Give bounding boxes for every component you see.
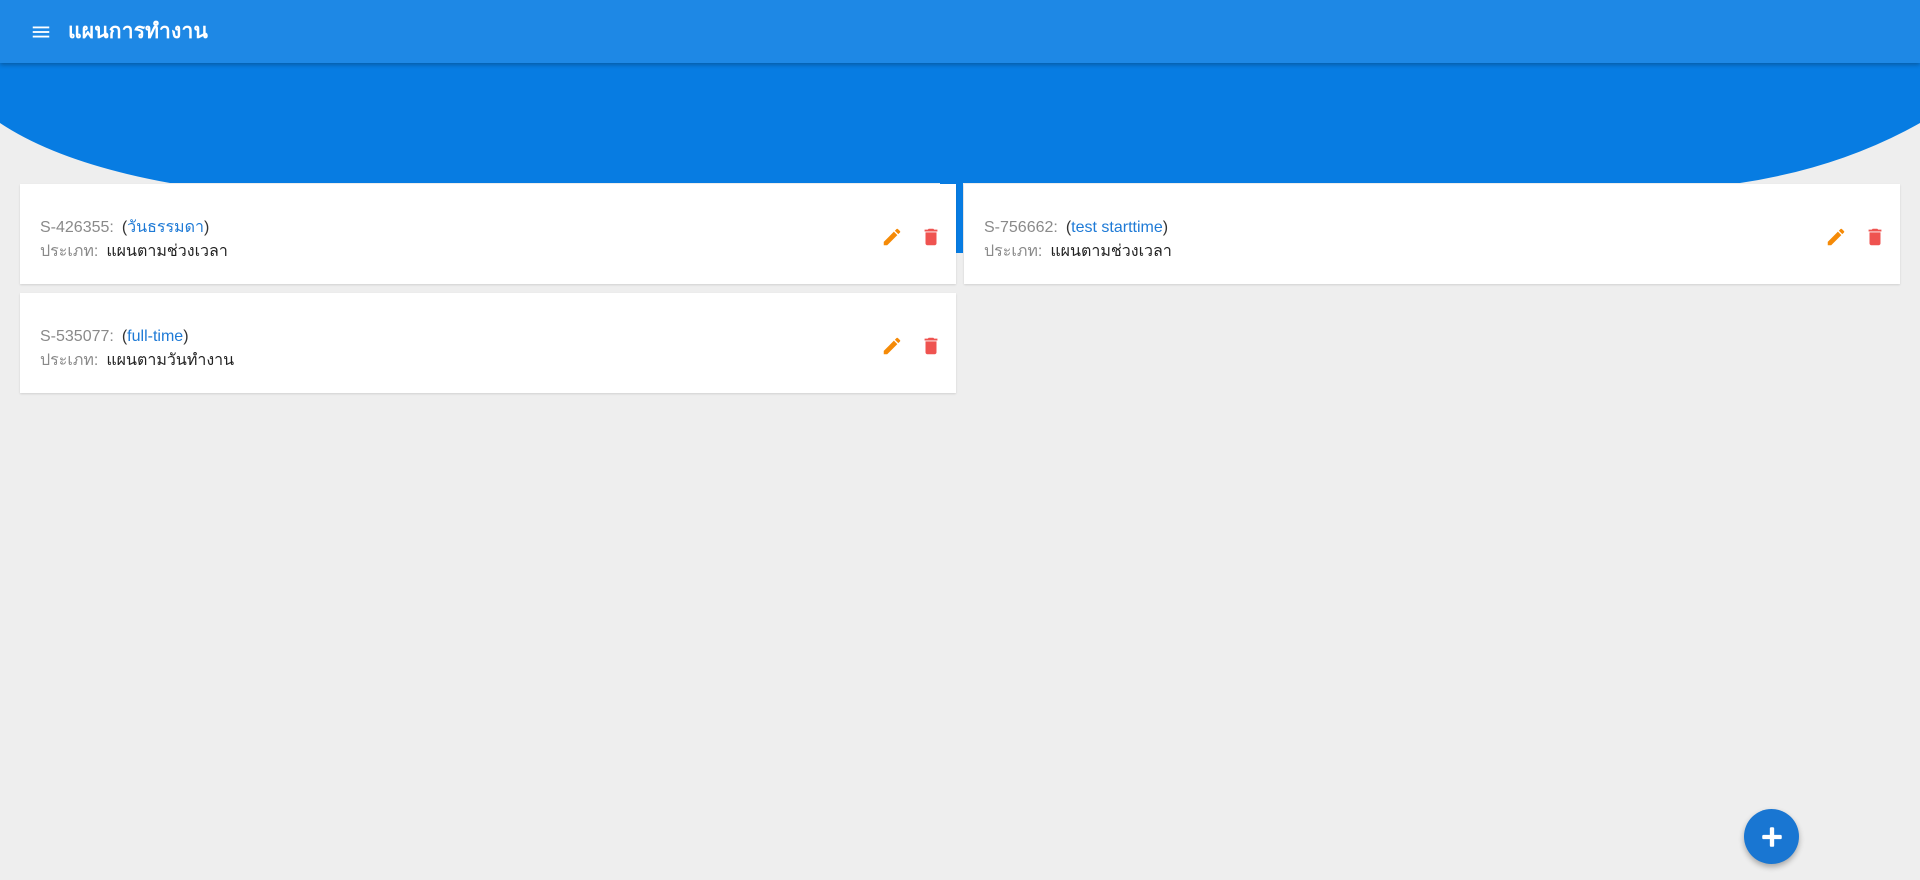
plan-type-line: ประเภท: แผนตามช่วงเวลา [40,240,228,264]
plan-type-line: ประเภท: แผนตามช่วงเวลา [984,240,1172,264]
add-plan-button[interactable] [1744,809,1799,864]
plan-name-link[interactable]: full-time [127,328,183,345]
plan-card[interactable]: S-756662: (test starttime) ประเภท: แผนตามช… [964,184,1900,284]
plan-actions [881,226,942,248]
plan-code: S-426355: [40,219,114,236]
plan-title-line: S-426355: (วันธรรมดา) [40,219,210,236]
plan-card[interactable]: S-535077: (full-time) ประเภท: แผนตามวันทำง… [20,293,956,393]
edit-button[interactable] [881,226,903,248]
edit-button[interactable] [881,335,903,357]
plan-actions [881,335,942,357]
plan-type-value: แผนตามวันทำงาน [106,352,235,369]
plan-title-line: S-756662: (test starttime) [984,219,1169,236]
plan-type-value: แผนตามช่วงเวลา [106,243,228,260]
delete-button[interactable] [1864,226,1886,248]
plan-type-line: ประเภท: แผนตามวันทำงาน [40,349,234,373]
app-bar: แผนการทำงาน [0,0,1920,63]
plan-info: S-756662: (test starttime) ประเภท: แผนตามช… [984,216,1172,264]
pencil-icon [1827,228,1845,246]
plan-type-label: ประเภท: [40,243,99,260]
pencil-icon [883,228,901,246]
plan-actions [1825,226,1886,248]
page-title: แผนการทำงาน [68,19,209,43]
plan-card[interactable]: S-426355: (วันธรรมดา) ประเภท: แผนตามช่วงเว… [20,184,956,284]
plan-type-label: ประเภท: [40,352,99,369]
plan-code: S-756662: [984,219,1058,236]
plan-type-label: ประเภท: [984,243,1043,260]
trash-icon [924,337,938,355]
menu-button[interactable] [30,21,58,43]
plan-name-link[interactable]: test starttime [1071,219,1163,236]
plan-name-link[interactable]: วันธรรมดา [127,219,204,236]
menu-icon [32,26,50,38]
plan-info: S-426355: (วันธรรมดา) ประเภท: แผนตามช่วงเว… [40,216,228,264]
pencil-icon [883,337,901,355]
plan-info: S-535077: (full-time) ประเภท: แผนตามวันทำง… [40,325,234,373]
edit-button[interactable] [1825,226,1847,248]
delete-button[interactable] [920,226,942,248]
plan-type-value: แผนตามช่วงเวลา [1050,243,1172,260]
plan-code: S-535077: [40,328,114,345]
trash-icon [924,228,938,246]
plus-icon [1761,826,1782,847]
trash-icon [1868,228,1882,246]
plan-title-line: S-535077: (full-time) [40,328,189,345]
delete-button[interactable] [920,335,942,357]
